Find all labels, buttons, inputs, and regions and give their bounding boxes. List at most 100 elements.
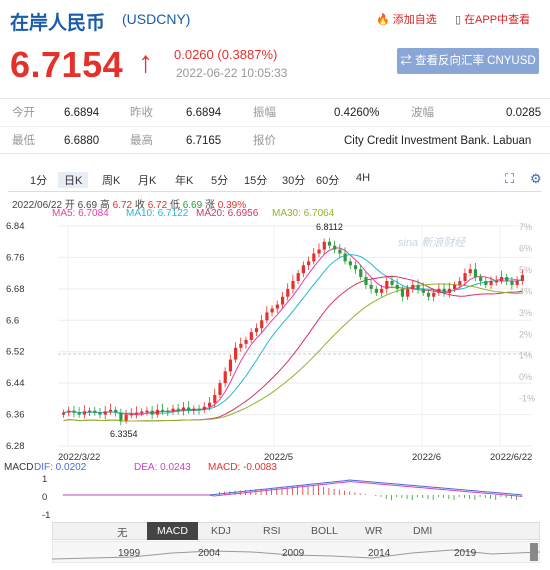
candle-body <box>505 277 509 281</box>
candle-body <box>494 281 498 283</box>
price-tick: 6.44 <box>6 378 25 389</box>
candle-body <box>103 411 107 415</box>
candle-body <box>119 412 123 421</box>
candle-body <box>161 409 165 412</box>
candle-body <box>140 411 144 413</box>
candle-body <box>145 410 149 413</box>
candle-body <box>307 261 311 266</box>
indicator-dmi[interactable]: DMI <box>413 525 432 537</box>
tab-yearly[interactable]: 年K <box>175 172 193 188</box>
macd-value: MACD: -0.0083 <box>208 462 277 473</box>
candle-body <box>108 409 113 412</box>
candle-body <box>426 292 431 297</box>
candle-body <box>343 253 347 262</box>
flame-icon: 🔥 <box>376 14 390 26</box>
amplitude-label: 振幅 <box>253 107 276 119</box>
price-tick: 6.84 <box>6 221 25 232</box>
macd-tick: -1 <box>42 510 50 520</box>
phone-icon: ▯ <box>455 14 462 26</box>
candle-body <box>244 339 248 344</box>
candle-body <box>333 245 337 250</box>
indicator-boll[interactable]: BOLL <box>311 525 338 537</box>
price-tick: 6.68 <box>6 284 25 295</box>
candle-body <box>171 408 175 412</box>
stats-row: 最低 6.6880 最高 6.7165 报价 City Credit Inves… <box>0 127 550 155</box>
price-tick: 6.76 <box>6 252 25 263</box>
candle-body <box>364 277 368 285</box>
tab-30min[interactable]: 30分 <box>282 172 305 188</box>
instrument-name: 在岸人民币 <box>10 12 106 34</box>
dif-value: DIF: 0.0202 <box>34 462 87 473</box>
candle-body <box>327 241 332 246</box>
candle-body <box>442 288 446 293</box>
header: 在岸人民币 (USDCNY) 🔥 添加自选 ▯ 在APP中查看 <box>0 0 550 36</box>
current-price: 6.7154 <box>10 44 124 85</box>
quoter-label: 报价 <box>253 135 276 147</box>
high-label: 最高 <box>130 135 153 147</box>
tab-weekly[interactable]: 周K <box>102 172 120 188</box>
view-in-app-button[interactable]: ▯ 在APP中查看 <box>455 11 530 27</box>
year-tick: 2009 <box>282 548 305 559</box>
candle-body <box>348 261 352 266</box>
candle-body <box>124 414 128 421</box>
candle-body <box>213 394 217 403</box>
candle-body <box>239 343 243 348</box>
reverse-rate-button[interactable]: ⇄ 查看反向汇率 CNYUSD <box>397 48 539 74</box>
indicator-tabs: 无 MACD KDJ RSI BOLL WR DMI <box>52 522 540 540</box>
watermark: sina 新浪财经 <box>398 236 466 249</box>
candle-body <box>67 410 71 413</box>
candle-body <box>301 265 306 274</box>
candle-body <box>473 269 478 278</box>
candle-body <box>129 413 133 416</box>
candlestick-chart[interactable]: 6.846.766.686.66.526.446.366.28 7%6%5%4%… <box>0 218 550 462</box>
candle-body <box>254 328 259 333</box>
low-marker: 6.3354 <box>110 429 138 439</box>
tab-monthly[interactable]: 月K <box>138 172 156 188</box>
high-value: 6.7165 <box>186 135 222 147</box>
price-tick: 6.52 <box>6 347 25 358</box>
macd-chart[interactable]: 1 0 -1 <box>0 474 550 520</box>
indicator-wr[interactable]: WR <box>365 525 383 537</box>
candle-body <box>192 408 196 411</box>
prev-close-value: 6.6894 <box>186 107 222 119</box>
candle-body <box>421 288 425 293</box>
open-label: 今开 <box>12 107 35 119</box>
candle-body <box>228 359 233 372</box>
macd-axis: 1 0 -1 <box>42 474 50 520</box>
dea-value: DEA: 0.0243 <box>134 462 191 473</box>
candle-body <box>114 409 118 413</box>
indicator-rsi[interactable]: RSI <box>263 525 281 537</box>
ma-line <box>63 247 523 416</box>
indicator-macd[interactable]: MACD <box>147 522 198 540</box>
candle-body <box>280 296 285 305</box>
year-tick: 1999 <box>118 548 141 559</box>
indicator-none[interactable]: 无 <box>117 525 128 540</box>
candle-body <box>447 288 451 293</box>
percent-tick: 7% <box>519 222 532 232</box>
candle-body <box>88 410 92 413</box>
candle-body <box>390 281 394 285</box>
percent-tick: 1% <box>519 351 532 361</box>
tab-60min[interactable]: 60分 <box>316 172 339 188</box>
candle-body <box>265 312 269 321</box>
price-tick: 6.6 <box>6 315 19 326</box>
fullscreen-icon[interactable]: ⛶ <box>505 171 514 187</box>
tab-15min[interactable]: 15分 <box>244 172 267 188</box>
macd-info: MACD DIF: 0.0202 DEA: 0.0243 MACD: -0.00… <box>0 462 550 474</box>
add-favorite-label: 添加自选 <box>392 14 437 26</box>
tab-1min[interactable]: 1分 <box>30 172 47 188</box>
candle-body <box>416 284 420 289</box>
candle-body <box>176 408 180 411</box>
add-favorite-button[interactable]: 🔥 添加自选 <box>376 11 437 27</box>
tab-4h[interactable]: 4H <box>356 172 370 184</box>
candle-body <box>322 241 326 250</box>
tab-5min[interactable]: 5分 <box>211 172 228 188</box>
macd-title: MACD <box>4 462 34 473</box>
candle-body <box>395 284 399 289</box>
candle-body <box>260 320 264 329</box>
candle-body <box>400 288 405 297</box>
price-axis: 6.84 6.76 6.68 6.6 6.52 6.44 6.36 6.28 <box>6 221 25 452</box>
settings-icon[interactable]: ⚙ <box>530 171 542 187</box>
indicator-kdj[interactable]: KDJ <box>211 525 231 537</box>
tab-daily[interactable]: 日K <box>58 172 89 188</box>
